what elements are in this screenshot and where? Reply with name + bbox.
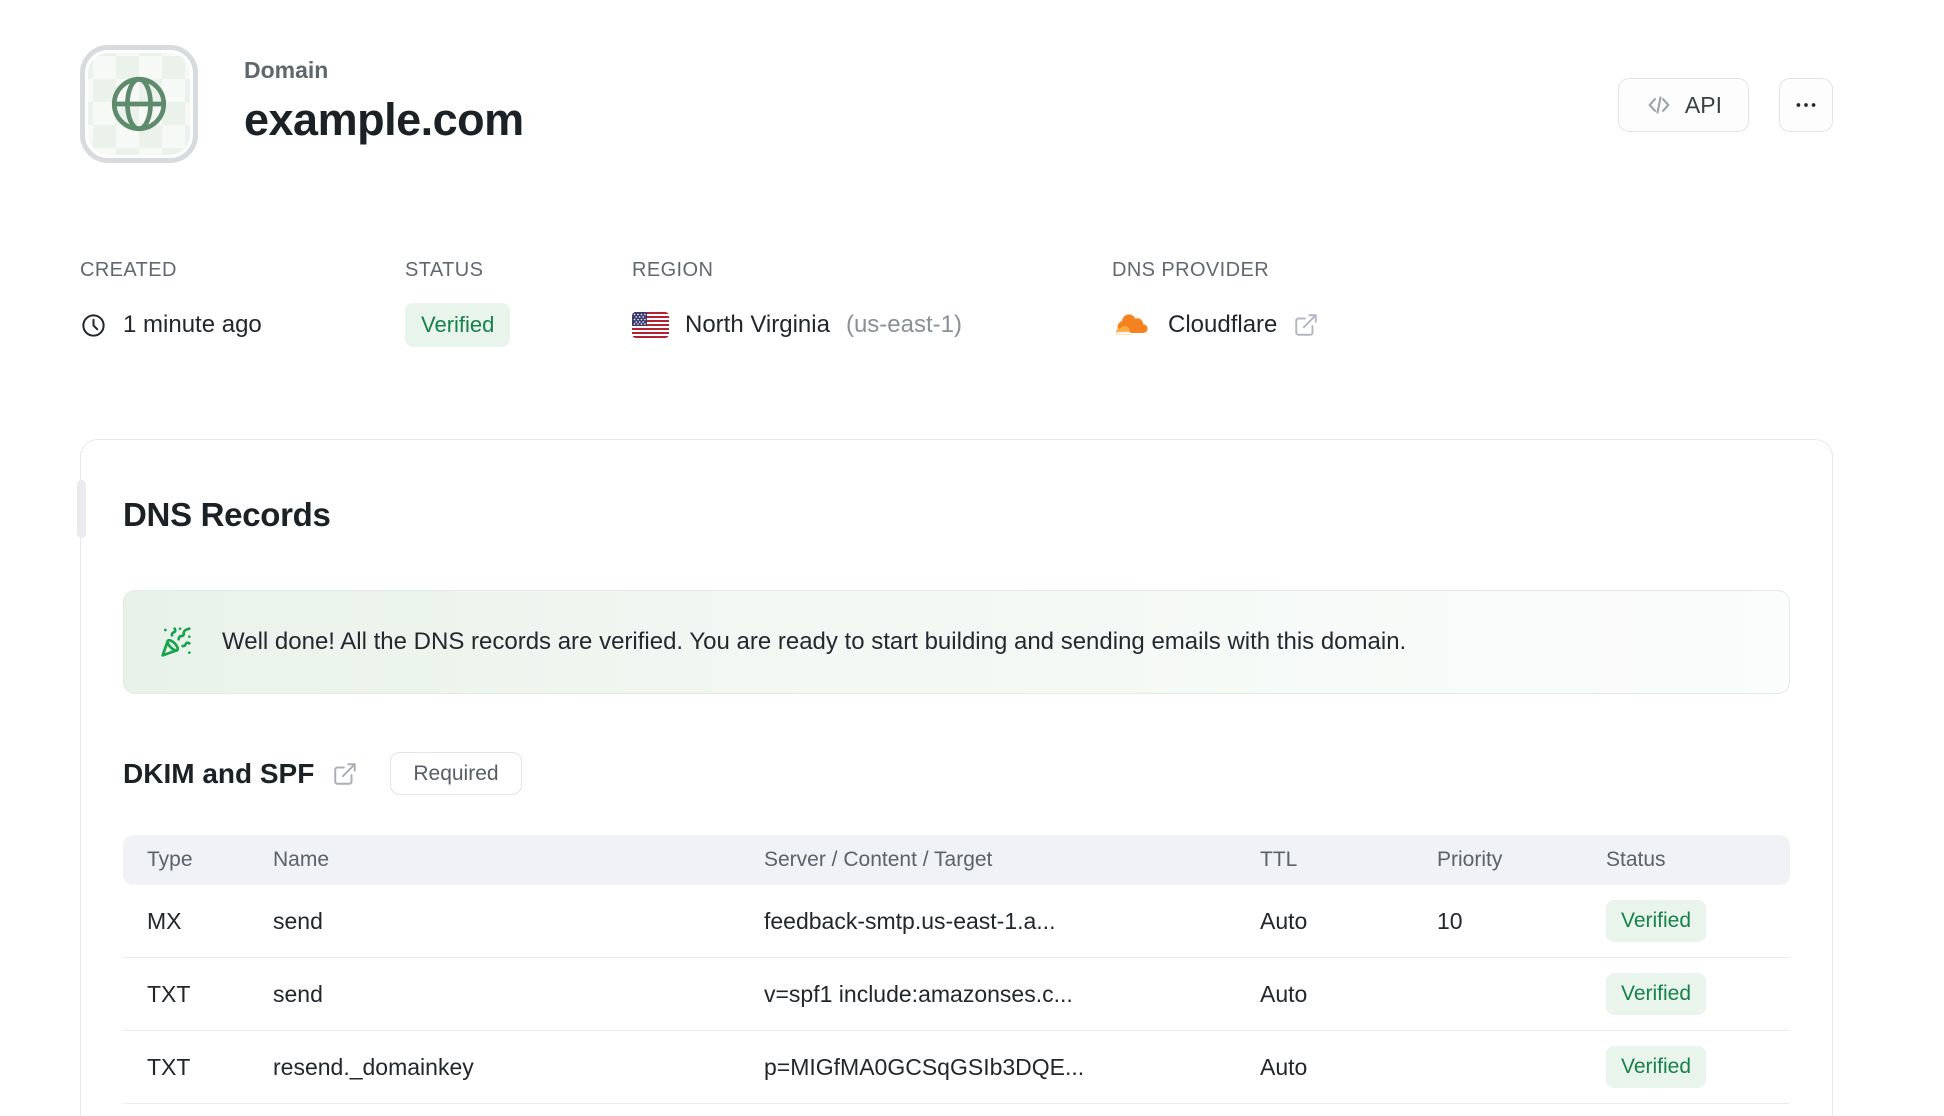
cell-ttl: Auto: [1260, 907, 1308, 934]
scrollbar-thumb[interactable]: [77, 480, 86, 538]
code-icon: [1645, 91, 1673, 119]
api-button-label: API: [1684, 91, 1722, 118]
meta-created: CREATED 1 minute ago: [80, 259, 405, 347]
clock-icon: [80, 312, 107, 339]
table-row[interactable]: TXT resend._domainkey p=MIGfMA0GCSqGSIb3…: [123, 1031, 1790, 1104]
col-header-content: Server / Content / Target: [764, 848, 993, 871]
us-flag-icon: [632, 312, 669, 338]
more-options-button[interactable]: [1779, 78, 1833, 132]
dns-records-table: Type Name Server / Content / Target TTL …: [123, 835, 1790, 1104]
cell-content: p=MIGfMA0GCSqGSIb3DQE...: [764, 1053, 1085, 1080]
region-value: North Virginia: [685, 311, 830, 338]
cell-content: feedback-smtp.us-east-1.a...: [764, 907, 1056, 934]
cell-type: TXT: [147, 980, 191, 1007]
status-badge: Verified: [405, 303, 511, 347]
domain-avatar: [80, 45, 198, 163]
cell-name: send: [273, 907, 323, 934]
region-code: (us-east-1): [845, 311, 962, 338]
ellipsis-icon: [1793, 92, 1819, 118]
col-header-priority: Priority: [1437, 848, 1503, 871]
table-row[interactable]: MX send feedback-smtp.us-east-1.a... Aut…: [123, 885, 1790, 958]
table-header: Type Name Server / Content / Target TTL …: [123, 835, 1790, 885]
page-eyebrow: Domain: [244, 57, 329, 83]
success-banner: Well done! All the DNS records are verif…: [123, 590, 1790, 694]
created-value: 1 minute ago: [123, 311, 262, 338]
cell-ttl: Auto: [1260, 1053, 1308, 1080]
cell-type: MX: [147, 907, 182, 934]
external-link-icon[interactable]: [1293, 312, 1319, 338]
verified-badge: Verified: [1606, 900, 1707, 942]
col-header-type: Type: [147, 848, 193, 871]
meta-dns-provider: DNS PROVIDER Cloudflare: [1112, 259, 1319, 347]
col-header-ttl: TTL: [1260, 848, 1298, 871]
cloudflare-icon: [1112, 312, 1152, 339]
table-row[interactable]: TXT send v=spf1 include:amazonses.c... A…: [123, 958, 1790, 1031]
dns-provider-value: Cloudflare: [1168, 311, 1278, 338]
status-label: STATUS: [405, 259, 484, 281]
party-popper-icon: [160, 626, 192, 658]
col-header-status: Status: [1606, 848, 1666, 871]
region-label: REGION: [632, 259, 714, 281]
verified-badge: Verified: [1606, 973, 1707, 1015]
external-link-icon[interactable]: [332, 761, 358, 787]
page-title: example.com: [244, 94, 524, 145]
meta-status: STATUS Verified: [405, 259, 632, 347]
dns-records-title: DNS Records: [123, 496, 331, 533]
required-badge: Required: [390, 752, 522, 795]
dkim-spf-title: DKIM and SPF: [123, 757, 315, 789]
dkim-spf-section-header: DKIM and SPF Required: [123, 752, 1790, 795]
cell-content: v=spf1 include:amazonses.c...: [764, 980, 1073, 1007]
domain-meta: CREATED 1 minute ago STATUS Verified REG…: [80, 259, 1833, 347]
cell-name: resend._domainkey: [273, 1053, 474, 1080]
dns-provider-label: DNS PROVIDER: [1112, 259, 1270, 281]
meta-region: REGION North Virginia (us-east-1): [632, 259, 1112, 347]
cell-type: TXT: [147, 1053, 191, 1080]
cell-priority: 10: [1437, 907, 1463, 934]
banner-text: Well done! All the DNS records are verif…: [222, 628, 1407, 655]
globe-icon: [106, 71, 172, 137]
verified-badge: Verified: [1606, 1046, 1707, 1088]
cell-name: send: [273, 980, 323, 1007]
cell-ttl: Auto: [1260, 980, 1308, 1007]
col-header-name: Name: [273, 848, 330, 871]
dns-records-card: DNS Records Well done! All the DNS recor…: [77, 439, 1833, 1116]
created-label: CREATED: [80, 259, 177, 281]
api-button[interactable]: API: [1617, 78, 1749, 132]
page-header: Domain example.com API: [80, 45, 1833, 163]
